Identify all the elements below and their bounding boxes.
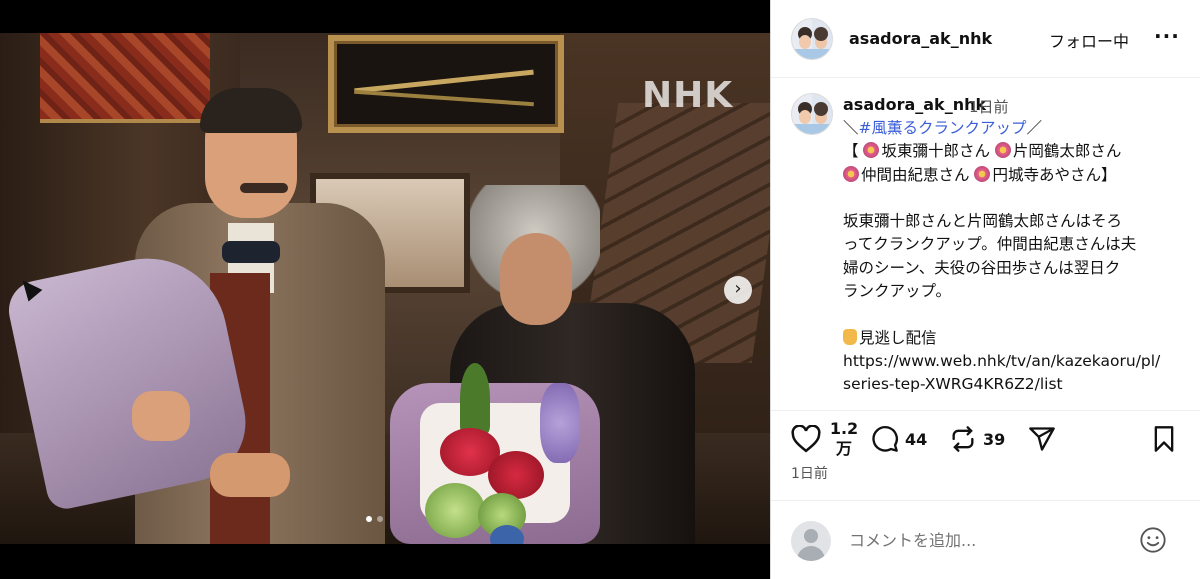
repost-icon	[952, 426, 974, 452]
repost-count: 39	[983, 429, 1006, 449]
person-left-bowtie	[222, 241, 280, 263]
carousel-dots	[366, 516, 383, 522]
caption-line: ランクアップ。	[843, 282, 952, 301]
smiley-icon	[1140, 527, 1166, 553]
caption-time: 1日前	[969, 98, 1009, 116]
avatar-face	[799, 110, 811, 124]
caption-bracket-left: ＼	[843, 119, 859, 137]
person-left-moustache	[240, 183, 288, 193]
caption-bracket-right: ／	[1026, 119, 1043, 137]
caption-line: 婦のシーン、夫役の谷田歩さんは翌日ク	[843, 258, 1121, 277]
person-left-hand-2	[210, 453, 290, 497]
caption-link[interactable]: series-tep-XWRG4KR6Z2/list	[843, 373, 1183, 396]
flower-emoji-icon	[994, 142, 1011, 159]
like-count-unit: 万	[835, 439, 852, 458]
carousel-next-button[interactable]: ›	[724, 276, 752, 304]
comment-composer	[771, 500, 1200, 579]
comment-icon	[872, 426, 898, 452]
caption-line: ってクランクアップ。仲間由紀恵さんは夫	[843, 235, 1137, 254]
share-button[interactable]	[1028, 425, 1056, 453]
caption-line	[843, 303, 1183, 326]
carousel-dot[interactable]	[377, 516, 383, 522]
photo-curtain	[40, 33, 210, 123]
avatar-face	[815, 110, 827, 124]
repost-button[interactable]: 39	[949, 425, 1005, 453]
red-peony	[488, 451, 544, 499]
header-username[interactable]: asadora_ak_nhk	[849, 29, 992, 48]
caption-username[interactable]: asadora_ak_nhk	[843, 95, 986, 114]
following-button[interactable]: フォロー中	[1049, 28, 1129, 52]
caption-text: ＼#風薫るクランクアップ／ 【 坂東彌十郎さん 片岡鶴太郎さん 仲間由紀恵さん …	[843, 117, 1183, 397]
comment-input[interactable]	[849, 529, 1119, 551]
caption-line-text: 【 坂東彌十郎さん 片岡鶴太郎さん	[843, 142, 1122, 161]
green-hydrangea	[425, 483, 485, 538]
send-icon	[1029, 427, 1055, 451]
avatar-clothes	[792, 49, 832, 59]
caption-line: ＼#風薫るクランクアップ／	[843, 117, 1183, 140]
nhk-watermark: NHK	[642, 75, 734, 116]
leaf	[460, 363, 490, 433]
flower-emoji-icon	[974, 165, 991, 182]
more-horizontal-icon[interactable]: ···	[1154, 24, 1180, 48]
person-left-hand	[132, 391, 190, 441]
avatar-face	[799, 35, 811, 49]
hashtag-link[interactable]: #風薫るクランクアップ	[859, 119, 1027, 137]
post-photo[interactable]: NHK	[0, 33, 770, 544]
post-header: asadora_ak_nhk フォロー中 ···	[771, 0, 1200, 78]
caption-line: 仲間由紀恵さん 円城寺あやさん】	[843, 164, 1183, 187]
save-button[interactable]	[1151, 425, 1177, 453]
comment-button[interactable]: 44	[871, 425, 927, 453]
caption-line-text: 見逃し配信	[859, 328, 937, 347]
comment-count: 44	[905, 429, 928, 449]
caption-link[interactable]: https://www.web.nhk/tv/an/kazekaoru/pl/	[843, 350, 1183, 373]
caption-section: asadora_ak_nhk 1日前 ＼#風薫るクランクアップ／ 【 坂東彌十郎…	[771, 79, 1200, 410]
avatar-clothes	[792, 124, 832, 134]
bookmark-icon	[1154, 426, 1174, 452]
flower-emoji-icon	[863, 142, 880, 159]
caption-line: 【 坂東彌十郎さん 片岡鶴太郎さん	[843, 140, 1183, 163]
bouquet-right	[370, 343, 620, 544]
post-date: 1日前	[791, 466, 828, 482]
post-sidebar: asadora_ak_nhk フォロー中 ··· asadora_ak_nhk …	[770, 0, 1200, 579]
post-media: NHK ›	[0, 0, 770, 579]
like-count-number: 1.2	[829, 419, 859, 438]
caption-avatar[interactable]	[791, 93, 833, 135]
lilac-flower	[540, 383, 580, 463]
pointing-down-icon	[843, 328, 857, 345]
carousel-dot[interactable]	[366, 516, 372, 522]
like-count[interactable]: 1.2 万	[829, 419, 859, 459]
caption-line: 坂東彌十郎さんと片岡鶴太郎さんはそろ	[843, 212, 1123, 231]
profile-avatar[interactable]	[791, 18, 833, 60]
flower-emoji-icon	[843, 165, 859, 182]
heart-icon	[791, 425, 821, 453]
user-avatar[interactable]	[791, 521, 831, 561]
photo-framed-swords	[328, 35, 564, 133]
chevron-right-icon: ›	[734, 278, 742, 299]
emoji-button[interactable]	[1139, 526, 1167, 554]
like-button[interactable]	[791, 425, 821, 453]
person-right-face	[500, 233, 572, 325]
caption-line: 見逃し配信	[843, 327, 1183, 350]
post-actions: 1.2 万 44 39 1日前	[771, 410, 1200, 500]
caption-line-text: 仲間由紀恵さん 円城寺あやさん】	[843, 165, 1116, 184]
caption-line	[843, 187, 1183, 210]
person-left-hair	[200, 88, 302, 133]
avatar-face	[815, 35, 827, 49]
